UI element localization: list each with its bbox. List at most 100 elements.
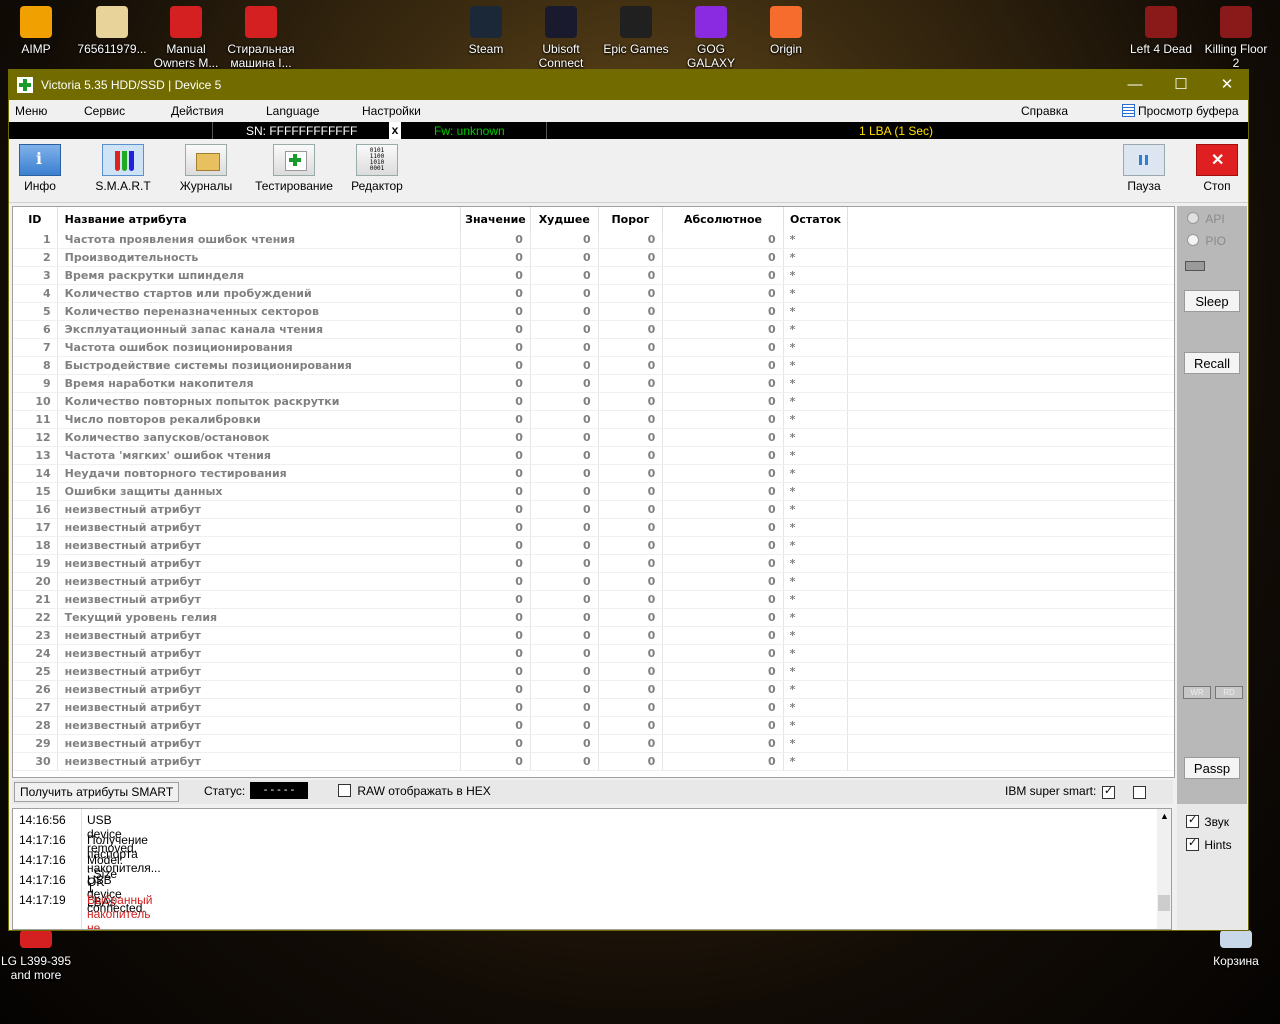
table-row[interactable]: 19 неизвестный атрибут 0 0 0 0 * xyxy=(13,554,1174,573)
col-attribute[interactable]: Название атрибута xyxy=(57,207,462,231)
desktop-icon-0[interactable]: AIMP xyxy=(0,0,72,56)
table-row[interactable]: 9 Время наработки накопителя 0 0 0 0 * xyxy=(13,374,1174,393)
info-button[interactable]: i Инфо xyxy=(18,144,62,193)
desktop-icon-7[interactable]: GOG GALAXY xyxy=(675,0,747,70)
api-radio[interactable]: API xyxy=(1187,212,1225,226)
table-row[interactable]: 5 Количество переназначенных секторов 0 0 0 0… xyxy=(13,302,1174,321)
pio-radio[interactable]: PIO xyxy=(1187,234,1226,248)
desktop-icon-3[interactable]: Стиральная машина I... xyxy=(225,0,297,70)
table-row[interactable]: 21 неизвестный атрибут 0 0 0 0 * xyxy=(13,590,1174,609)
desktop-icon-bottom-0[interactable]: LG L399-395 and more xyxy=(0,926,72,982)
log-scrollbar[interactable]: ▲ xyxy=(1157,809,1171,929)
hints-checkbox-box[interactable] xyxy=(1186,836,1199,851)
table-row[interactable]: 1 Частота проявления ошибок чтения 0 0 0 0 * xyxy=(13,231,1174,249)
menu-item-actions[interactable]: Действия xyxy=(171,104,224,118)
table-row[interactable]: 10 Количество повторных попыток раскрутки… xyxy=(13,392,1174,411)
passp-button[interactable]: Passp xyxy=(1184,757,1240,779)
col-value[interactable]: Значение xyxy=(460,207,531,231)
table-row[interactable]: 15 Ошибки защиты данных 0 0 0 0 * xyxy=(13,482,1174,501)
sound-checkbox-box[interactable] xyxy=(1186,813,1199,828)
table-row[interactable]: 29 неизвестный атрибут 0 0 0 0 * xyxy=(13,734,1174,753)
smart-table-container[interactable]: ID Название атрибута Значение Худшее Пор… xyxy=(12,206,1175,778)
menu-item-settings[interactable]: Настройки xyxy=(362,104,421,118)
col-absolute[interactable]: Абсолютное xyxy=(662,207,784,231)
table-cell: 0 xyxy=(530,716,599,735)
sound-checkbox[interactable]: Звук xyxy=(1186,813,1229,829)
table-row[interactable]: 23 неизвестный атрибут 0 0 0 0 * xyxy=(13,626,1174,645)
testing-button[interactable]: Тестирование xyxy=(252,144,336,193)
table-row[interactable]: 26 неизвестный атрибут 0 0 0 0 * xyxy=(13,680,1174,699)
col-remainder[interactable]: Остаток xyxy=(783,207,849,231)
stop-button[interactable]: ✕ Стоп xyxy=(1196,144,1238,193)
logs-button[interactable]: Журналы xyxy=(178,144,234,193)
api-radio-dot[interactable] xyxy=(1187,212,1199,224)
col-threshold[interactable]: Порог xyxy=(598,207,664,231)
table-cell: 0 xyxy=(662,608,784,627)
scroll-up-icon[interactable]: ▲ xyxy=(1160,811,1169,821)
table-row[interactable]: 13 Частота 'мягких' ошибок чтения 0 0 0 0 * xyxy=(13,446,1174,465)
title-bar[interactable]: Victoria 5.35 HDD/SSD | Device 5 — ☐ ✕ xyxy=(9,70,1248,100)
table-cell: 0 xyxy=(598,248,664,267)
table-row[interactable]: 30 неизвестный атрибут 0 0 0 0 * xyxy=(13,752,1174,771)
pause-button[interactable]: Пауза xyxy=(1123,144,1165,193)
ibm-super-smart-checkbox[interactable] xyxy=(1102,784,1115,799)
close-button[interactable]: ✕ xyxy=(1204,70,1250,100)
desktop-icon-8[interactable]: Origin xyxy=(750,0,822,56)
minimize-button[interactable]: — xyxy=(1112,70,1158,100)
sleep-button[interactable]: Sleep xyxy=(1184,290,1240,312)
app-shortcut-icon xyxy=(170,6,202,38)
table-row[interactable]: 8 Быстродействие системы позиционирования… xyxy=(13,356,1174,375)
recall-button[interactable]: Recall xyxy=(1184,352,1240,374)
get-smart-button[interactable]: Получить атрибуты SMART xyxy=(14,782,180,802)
table-cell: 0 xyxy=(662,518,784,537)
table-row[interactable]: 4 Количество стартов или пробуждений 0 0 0 0 * xyxy=(13,284,1174,303)
table-row[interactable]: 18 неизвестный атрибут 0 0 0 0 * xyxy=(13,536,1174,555)
table-row[interactable]: 27 неизвестный атрибут 0 0 0 0 * xyxy=(13,698,1174,717)
table-cell: 0 xyxy=(662,590,784,609)
menu-item-language[interactable]: Language xyxy=(266,104,319,118)
table-row[interactable]: 2 Производительность 0 0 0 0 * xyxy=(13,248,1174,267)
desktop-icon-5[interactable]: Ubisoft Connect xyxy=(525,0,597,70)
table-row[interactable]: 25 неизвестный атрибут 0 0 0 0 * xyxy=(13,662,1174,681)
table-row[interactable]: 17 неизвестный атрибут 0 0 0 0 * xyxy=(13,518,1174,537)
clear-sn-button[interactable]: x xyxy=(389,122,401,139)
desktop-icon-6[interactable]: Epic Games xyxy=(600,0,672,56)
table-row[interactable]: 28 неизвестный атрибут 0 0 0 0 * xyxy=(13,716,1174,735)
table-cell: 0 xyxy=(598,716,664,735)
raw-hex-checkbox[interactable]: RAW отображать в HEX xyxy=(338,784,491,798)
buffer-view-button[interactable]: Просмотр буфера xyxy=(1122,104,1239,118)
log-area[interactable]: 14:16:56 USB device removed. 14:17:16 Получ… xyxy=(12,808,1172,930)
desktop-icon-1[interactable]: 765611979... xyxy=(76,0,148,56)
table-row[interactable]: 12 Количество запусков/остановок 0 0 0 0 * xyxy=(13,428,1174,447)
table-row[interactable]: 14 Неудачи повторного тестирования 0 0 0 0 * xyxy=(13,464,1174,483)
menu-item-menu[interactable]: Меню xyxy=(15,104,47,118)
desktop-icon-4[interactable]: Steam xyxy=(450,0,522,56)
desktop-icon-10[interactable]: Killing Floor 2 xyxy=(1200,0,1272,70)
desktop-icon-2[interactable]: Manual Owners M... xyxy=(150,0,222,70)
table-row[interactable]: 7 Частота ошибок позиционирования 0 0 0 0 * xyxy=(13,338,1174,357)
extra-checkbox[interactable] xyxy=(1133,786,1146,799)
editor-button[interactable]: 0101 1100 1010 0001 Редактор xyxy=(348,144,406,193)
desktop-icon-bottom-1[interactable]: Корзина xyxy=(1200,926,1272,968)
table-row[interactable]: 16 неизвестный атрибут 0 0 0 0 * xyxy=(13,500,1174,519)
table-row[interactable]: 3 Время раскрутки шпинделя 0 0 0 0 * xyxy=(13,266,1174,285)
pio-radio-dot[interactable] xyxy=(1187,234,1199,246)
smart-button[interactable]: S.M.A.R.T xyxy=(94,144,152,193)
desktop-icon-9[interactable]: Left 4 Dead xyxy=(1125,0,1197,56)
hints-checkbox[interactable]: Hints xyxy=(1186,836,1232,852)
table-cell: 0 xyxy=(530,752,599,771)
table-cell: 3 xyxy=(13,266,58,285)
table-row[interactable]: 20 неизвестный атрибут 0 0 0 0 * xyxy=(13,572,1174,591)
col-worst[interactable]: Худшее xyxy=(530,207,599,231)
menu-item-help[interactable]: Справка xyxy=(1021,104,1068,118)
table-row[interactable]: 24 неизвестный атрибут 0 0 0 0 * xyxy=(13,644,1174,663)
col-id[interactable]: ID xyxy=(13,207,58,231)
raw-hex-checkbox-box[interactable] xyxy=(338,784,351,797)
menu-item-service[interactable]: Сервис xyxy=(84,104,125,118)
table-row[interactable]: 6 Эксплуатационный запас канала чтения 0 0 0… xyxy=(13,320,1174,339)
table-cell: неизвестный атрибут xyxy=(57,500,462,519)
table-row[interactable]: 22 Текущий уровень гелия 0 0 0 0 * xyxy=(13,608,1174,627)
scroll-thumb[interactable] xyxy=(1158,895,1170,911)
maximize-button[interactable]: ☐ xyxy=(1158,70,1204,100)
table-row[interactable]: 11 Число повторов рекалибровки 0 0 0 0 * xyxy=(13,410,1174,429)
